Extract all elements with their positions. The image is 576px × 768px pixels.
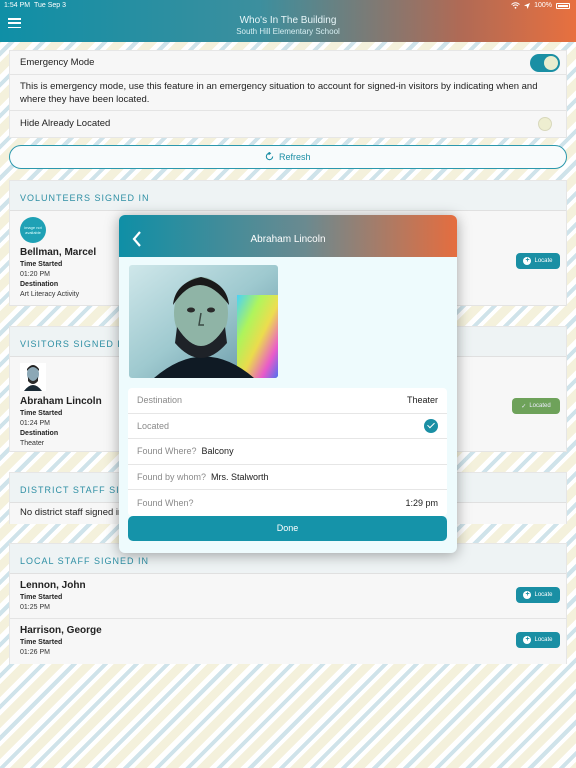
visitor-detail-list: Destination Theater Located Found Where?… xyxy=(128,388,447,516)
modal-title: Abraham Lincoln xyxy=(250,234,326,245)
location-icon xyxy=(524,2,531,9)
status-clock: 1:54 PM xyxy=(4,2,31,9)
emergency-settings-card: Emergency Mode This is emergency mode, u… xyxy=(9,50,567,138)
locate-button[interactable]: + Locate xyxy=(516,587,560,603)
refresh-button[interactable]: Refresh xyxy=(9,145,567,169)
plus-icon: + xyxy=(523,257,532,265)
emergency-mode-label: Emergency Mode xyxy=(20,57,95,68)
locate-button[interactable]: + Locate xyxy=(516,632,560,648)
person-name: Lennon, John xyxy=(20,580,86,591)
emergency-description-row: This is emergency mode, use this feature… xyxy=(10,75,566,111)
locate-label: Locate xyxy=(534,258,553,264)
destination-label: Destination xyxy=(137,395,183,406)
located-button[interactable]: ✓ Located xyxy=(512,398,560,414)
modal-header: Abraham Lincoln xyxy=(119,215,457,257)
found-where-field[interactable]: Balcony xyxy=(202,446,234,456)
local-staff-card: LOCAL STAFF SIGNED IN Lennon, John Time … xyxy=(9,543,567,664)
found-when-label: Found When? xyxy=(137,498,194,509)
located-label: Located xyxy=(529,403,551,409)
locate-label: Locate xyxy=(534,637,553,643)
avatar-placeholder: image not available xyxy=(20,217,46,243)
app-title: Who's In The Building xyxy=(239,15,337,26)
district-empty-text: No district staff signed in xyxy=(20,507,124,518)
volunteers-heading: VOLUNTEERS SIGNED IN xyxy=(10,181,566,211)
emergency-mode-row: Emergency Mode xyxy=(10,51,566,75)
status-indicators: 100% xyxy=(511,2,570,9)
hide-located-label: Hide Already Located xyxy=(20,118,111,129)
battery-icon xyxy=(556,2,570,9)
avatar-placeholder-text: image not available xyxy=(24,225,42,235)
emergency-mode-toggle[interactable] xyxy=(530,54,560,72)
visitor-portrait xyxy=(129,265,278,378)
status-time: 1:54 PM Tue Sep 3 xyxy=(4,2,66,9)
refresh-label: Refresh xyxy=(279,152,311,162)
found-where-row[interactable]: Found Where? Balcony xyxy=(128,439,447,465)
destination-row: Destination Theater xyxy=(128,388,447,414)
done-button[interactable]: Done xyxy=(128,516,447,541)
list-item: Harrison, George Time Started 01:26 PM +… xyxy=(10,619,566,664)
locate-label: Locate xyxy=(534,592,553,598)
hide-located-row: Hide Already Located xyxy=(10,111,566,137)
plus-icon: + xyxy=(523,636,532,644)
plus-icon: + xyxy=(523,591,532,599)
battery-percent: 100% xyxy=(534,2,552,9)
found-when-field[interactable]: 1:29 pm xyxy=(405,498,438,508)
done-label: Done xyxy=(276,523,299,533)
found-when-row[interactable]: Found When? 1:29 pm xyxy=(128,490,447,516)
visitor-detail-modal: Abraham Lincoln Destination Theater Loca… xyxy=(119,215,457,553)
located-row[interactable]: Located xyxy=(128,414,447,440)
emergency-description: This is emergency mode, use this feature… xyxy=(20,81,538,105)
person-name: Harrison, George xyxy=(20,625,102,636)
app-header: 1:54 PM Tue Sep 3 100% Who's In The Buil… xyxy=(0,0,576,42)
list-item: Lennon, John Time Started 01:25 PM + Loca… xyxy=(10,574,566,619)
located-label: Located xyxy=(137,420,170,431)
found-where-label: Found Where? xyxy=(137,446,197,457)
hide-located-toggle[interactable] xyxy=(538,117,552,131)
locate-button[interactable]: + Locate xyxy=(516,253,560,269)
wifi-icon xyxy=(511,2,520,9)
checkmark-icon[interactable] xyxy=(424,418,438,433)
time-started-label: Time Started xyxy=(20,594,63,601)
check-icon: ✓ xyxy=(521,403,527,410)
status-date: Tue Sep 3 xyxy=(33,2,67,9)
visitor-photo xyxy=(20,363,46,391)
time-started-value: 01:26 PM xyxy=(20,649,50,656)
school-name: South Hill Elementary School xyxy=(236,27,340,36)
destination-value: Theater xyxy=(406,395,438,406)
refresh-icon xyxy=(266,151,274,161)
time-started-value: 01:25 PM xyxy=(20,604,50,611)
found-by-label: Found by whom? xyxy=(137,472,207,483)
found-by-row[interactable]: Found by whom? Mrs. Stalworth xyxy=(128,465,447,491)
found-by-field[interactable]: Mrs. Stalworth xyxy=(211,472,269,482)
time-started-label: Time Started xyxy=(20,639,63,646)
